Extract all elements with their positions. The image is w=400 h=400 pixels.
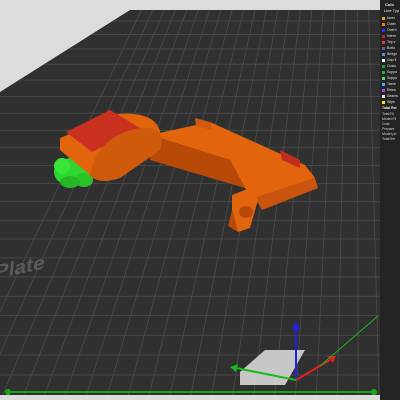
legend-item-label: Intern (387, 34, 396, 38)
legend-item-label: Bridge (387, 52, 398, 56)
legend-item-label: Botto (387, 46, 396, 50)
3d-preview-viewport[interactable] (0, 0, 400, 400)
legend-stat: Cost: (382, 122, 391, 126)
legend-swatch (382, 52, 385, 56)
legend-swatch (382, 64, 385, 68)
legend-panel: Colo Line Typ Inner Outer Overh Intern Top s… (380, 0, 400, 400)
legend-swatch (382, 46, 385, 50)
legend-totals-title: Total Est (382, 106, 397, 110)
legend-title: Colo (385, 2, 394, 7)
legend-item-label: Suppo (387, 70, 398, 74)
legend-item-label: Overh (387, 28, 397, 32)
legend-item-label: Trave (387, 82, 396, 86)
legend-swatch (382, 100, 385, 104)
legend-item-label: Custo (387, 64, 397, 68)
layer-slider-end-handle[interactable] (371, 389, 377, 395)
legend-swatch (382, 94, 385, 98)
layer-slider-start-handle[interactable] (5, 389, 11, 395)
legend-item-label: Suppo (387, 76, 398, 80)
legend-swatch (382, 82, 385, 86)
legend-swatch (382, 76, 385, 80)
legend-item-label: Retra (387, 88, 396, 92)
legend-stat: Total tim (382, 137, 396, 141)
legend-stat: Prepare (382, 127, 395, 131)
legend-stat: Model Fil (382, 117, 397, 121)
layer-slider-track[interactable] (8, 391, 374, 393)
legend-item[interactable]: Wipe (382, 99, 395, 105)
legend-item-label: Inner (387, 16, 395, 20)
legend-item-label: Gap fi (387, 58, 397, 62)
legend-swatch (382, 34, 385, 38)
legend-swatch (382, 40, 385, 44)
legend-subtitle[interactable]: Line Typ (384, 8, 399, 13)
legend-swatch (382, 28, 385, 32)
build-plate (0, 10, 380, 395)
legend-swatch (382, 58, 385, 62)
legend-swatch (382, 22, 385, 26)
legend-item-label: Outer (387, 22, 396, 26)
legend-stat: Model pri (382, 132, 397, 136)
legend-swatch (382, 70, 385, 74)
legend-swatch (382, 16, 385, 20)
legend-swatch (382, 88, 385, 92)
legend-stat: Total Fil (382, 112, 395, 116)
legend-item-label: Wipe (387, 100, 395, 104)
legend-item-label: Seams (387, 94, 398, 98)
legend-item-label: Top s (387, 40, 396, 44)
